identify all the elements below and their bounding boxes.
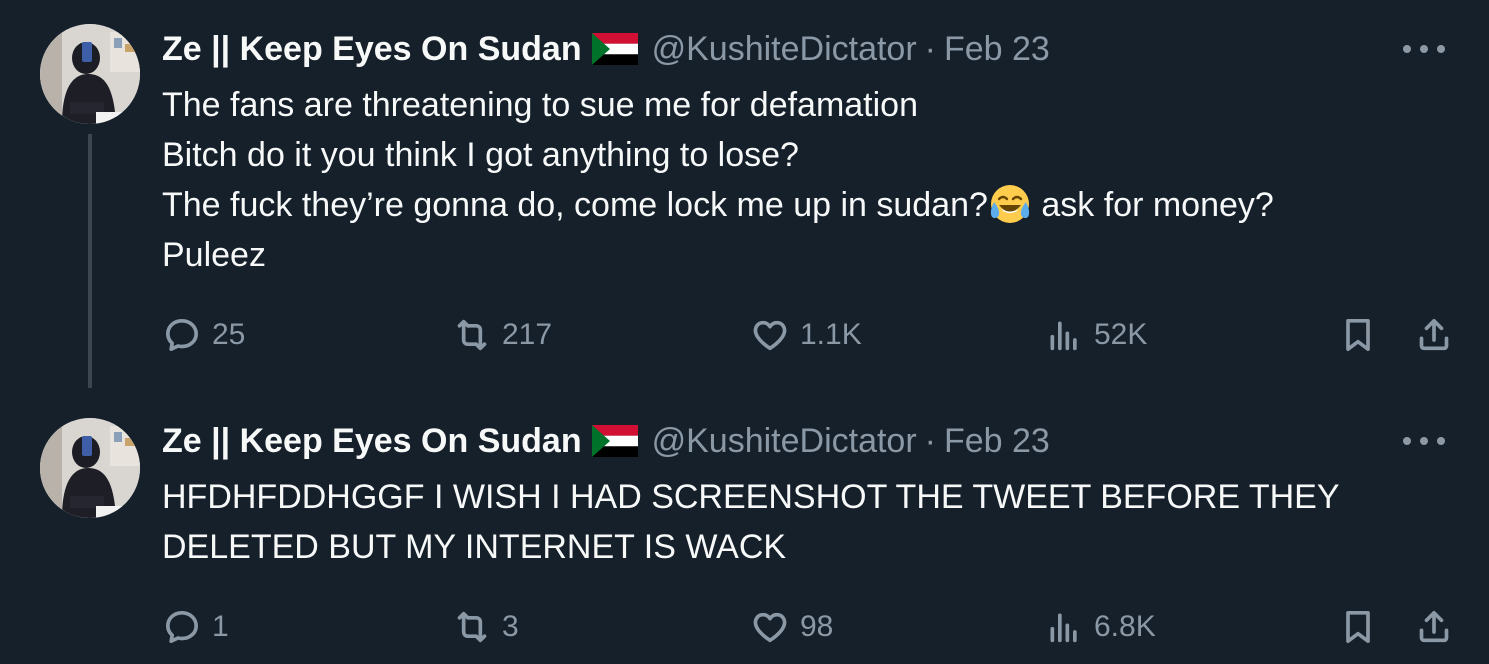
separator-dot: · [924, 421, 936, 460]
view-count: 6.8K [1094, 610, 1156, 643]
repost-count: 3 [502, 610, 519, 643]
share-icon [1414, 607, 1454, 647]
separator-dot: · [924, 29, 936, 68]
author-handle[interactable]: @KushiteDictator [652, 30, 917, 69]
tweet-text-segment: The fuck they’re gonna do, come lock me … [162, 186, 988, 224]
author-name[interactable]: Ze || Keep Eyes On Sudan [162, 30, 582, 69]
more-options-icon[interactable] [1403, 34, 1445, 64]
tweet-text-segment: ask for money? [1031, 186, 1274, 224]
share-button[interactable] [1414, 602, 1454, 652]
sudan-flag-icon [592, 33, 638, 65]
tweet-text: The fans are threatening to sue me for d… [162, 80, 1442, 280]
tweet-header: Ze || Keep Eyes On Sudan @KushiteDictato… [162, 416, 1050, 466]
like-count: 1.1K [800, 318, 862, 351]
reply-count: 1 [212, 610, 229, 643]
repost-icon [452, 607, 492, 647]
heart-icon [750, 607, 790, 647]
tweet-text-line: DELETED BUT MY INTERNET IS WACK [162, 528, 787, 566]
profile-photo-icon [40, 24, 140, 124]
avatar[interactable] [40, 418, 140, 518]
action-bar: 25 217 1.1K 52K [0, 310, 1489, 360]
author-name[interactable]: Ze || Keep Eyes On Sudan [162, 422, 582, 461]
tweet-date[interactable]: Feb 23 [944, 422, 1050, 461]
author-handle[interactable]: @KushiteDictator [652, 422, 917, 461]
like-count: 98 [800, 610, 834, 643]
tweet-text-line: Puleez [162, 236, 266, 274]
tweet-text-line: Bitch do it you think I got anything to … [162, 136, 799, 174]
thread-connector-line [88, 134, 92, 406]
reply-icon [162, 607, 202, 647]
tweet-text-line: HFDHFDDHGGF I WISH I HAD SCREENSHOT THE … [162, 478, 1340, 516]
reply-button[interactable]: 1 [162, 602, 229, 652]
more-options-icon[interactable] [1403, 426, 1445, 456]
repost-icon [452, 315, 492, 355]
repost-count: 217 [502, 318, 553, 351]
bookmark-button[interactable] [1338, 602, 1378, 652]
face-with-tears-of-joy-emoji-icon [988, 182, 1032, 226]
bookmark-icon [1338, 607, 1378, 647]
profile-photo-icon [40, 418, 140, 518]
tweet-date[interactable]: Feb 23 [944, 30, 1050, 69]
tweet-1[interactable]: Ze || Keep Eyes On Sudan @KushiteDictato… [0, 0, 1489, 406]
reply-icon [162, 315, 202, 355]
repost-button[interactable]: 217 [452, 310, 552, 360]
avatar[interactable] [40, 24, 140, 124]
tweet-text: HFDHFDDHGGF I WISH I HAD SCREENSHOT THE … [162, 472, 1442, 572]
action-bar: 1 3 98 6.8K [0, 602, 1489, 652]
reply-button[interactable]: 25 [162, 310, 245, 360]
share-button[interactable] [1414, 310, 1454, 360]
tweet-2[interactable]: Ze || Keep Eyes On Sudan @KushiteDictato… [0, 388, 1489, 664]
like-button[interactable]: 1.1K [750, 310, 862, 360]
tweet-text-line: The fuck they’re gonna do, come lock me … [162, 180, 1442, 230]
repost-button[interactable]: 3 [452, 602, 519, 652]
sudan-flag-icon [592, 425, 638, 457]
views-button[interactable]: 52K [1044, 310, 1147, 360]
heart-icon [750, 315, 790, 355]
tweet-header: Ze || Keep Eyes On Sudan @KushiteDictato… [162, 24, 1050, 74]
bookmark-icon [1338, 315, 1378, 355]
tweet-text-line: The fans are threatening to sue me for d… [162, 86, 919, 124]
share-icon [1414, 315, 1454, 355]
analytics-icon [1044, 315, 1084, 355]
like-button[interactable]: 98 [750, 602, 833, 652]
reply-count: 25 [212, 318, 246, 351]
view-count: 52K [1094, 318, 1148, 351]
views-button[interactable]: 6.8K [1044, 602, 1156, 652]
bookmark-button[interactable] [1338, 310, 1378, 360]
analytics-icon [1044, 607, 1084, 647]
